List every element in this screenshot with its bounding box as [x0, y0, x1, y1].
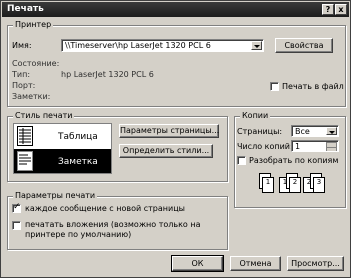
close-button[interactable]: x	[335, 4, 347, 15]
title-bar: Печать ? x	[2, 2, 349, 17]
port-label: Порт:	[12, 81, 36, 90]
pages-select[interactable]: Все	[291, 125, 339, 137]
collate-label: Разобрать по копиям	[249, 156, 339, 165]
style-item-memo[interactable]: Заметка	[14, 149, 111, 173]
window-title: Печать	[7, 4, 44, 14]
attachments-checkbox[interactable]	[12, 221, 21, 230]
properties-button[interactable]: Свойства	[275, 38, 333, 53]
printer-name-select[interactable]: \\Timeserver\hp LaserJet 1320 PCL 6	[61, 39, 264, 52]
collate-page: 2	[289, 177, 301, 193]
printer-legend: Принтер	[13, 20, 54, 29]
print-to-file-label: Печать в файл	[282, 82, 344, 91]
attachments-label-line1: печатать вложения (возможно только на	[25, 220, 201, 229]
style-list[interactable]: Таблица Заметка	[13, 123, 112, 174]
collate-page: 1	[262, 177, 274, 193]
print-options-group: Параметры печати каждое сообщение с ново…	[7, 191, 228, 250]
memo-style-icon	[17, 151, 33, 171]
print-style-group: Стиль печати Таблица Заметка Параметры с…	[7, 111, 228, 182]
style-item-memo-label: Заметка	[58, 157, 98, 167]
page-setup-button[interactable]: Параметры страницы...	[119, 124, 219, 138]
attachments-label-line2: принтере по умолчанию)	[25, 230, 132, 239]
collate-checkbox[interactable]	[237, 156, 246, 165]
copies-count-label: Число копий:	[237, 142, 293, 151]
define-styles-button[interactable]: Определить стили...	[119, 144, 213, 158]
copies-count-value: 1	[295, 142, 301, 151]
chevron-down-icon[interactable]	[326, 127, 337, 135]
stepper-down-icon[interactable]	[326, 147, 337, 151]
collate-illustration: 1 1 2 2 3 3	[257, 171, 329, 201]
print-to-file-checkbox[interactable]	[270, 82, 279, 91]
cancel-button[interactable]: Отмена	[230, 256, 281, 271]
print-options-legend: Параметры печати	[13, 191, 98, 200]
collate-page: 3	[313, 177, 325, 193]
comment-label: Заметки:	[12, 92, 51, 101]
copies-group: Копии Страницы: Все Число копий: 1 Разоб…	[234, 111, 346, 208]
print-dialog: Печать ? x Принтер Имя: \\Timeserver\hp …	[0, 0, 351, 278]
copies-legend: Копии	[240, 111, 271, 120]
print-style-legend: Стиль печати	[13, 111, 75, 120]
style-item-table[interactable]: Таблица	[14, 124, 111, 148]
style-item-table-label: Таблица	[58, 132, 98, 142]
printer-group: Принтер Имя: \\Timeserver\hp LaserJet 13…	[7, 20, 346, 107]
printer-name-value: \\Timeserver\hp LaserJet 1320 PCL 6	[65, 41, 211, 50]
ok-button[interactable]: ОК	[171, 255, 224, 272]
new-page-checkbox[interactable]	[12, 202, 21, 213]
printer-name-label: Имя:	[12, 41, 32, 50]
type-value: hp LaserJet 1320 PCL 6	[61, 70, 154, 79]
preview-button[interactable]: Просмотр...	[287, 256, 344, 271]
table-style-icon	[17, 126, 33, 146]
help-button[interactable]: ?	[322, 4, 334, 15]
pages-label: Страницы:	[237, 127, 283, 136]
status-label: Состояние:	[12, 59, 60, 68]
type-label: Тип:	[12, 70, 31, 79]
pages-value: Все	[295, 127, 310, 136]
chevron-down-icon[interactable]	[251, 41, 262, 50]
new-page-label: каждое сообщение с новой страницы	[25, 204, 185, 213]
copies-count-stepper[interactable]: 1	[291, 140, 339, 152]
